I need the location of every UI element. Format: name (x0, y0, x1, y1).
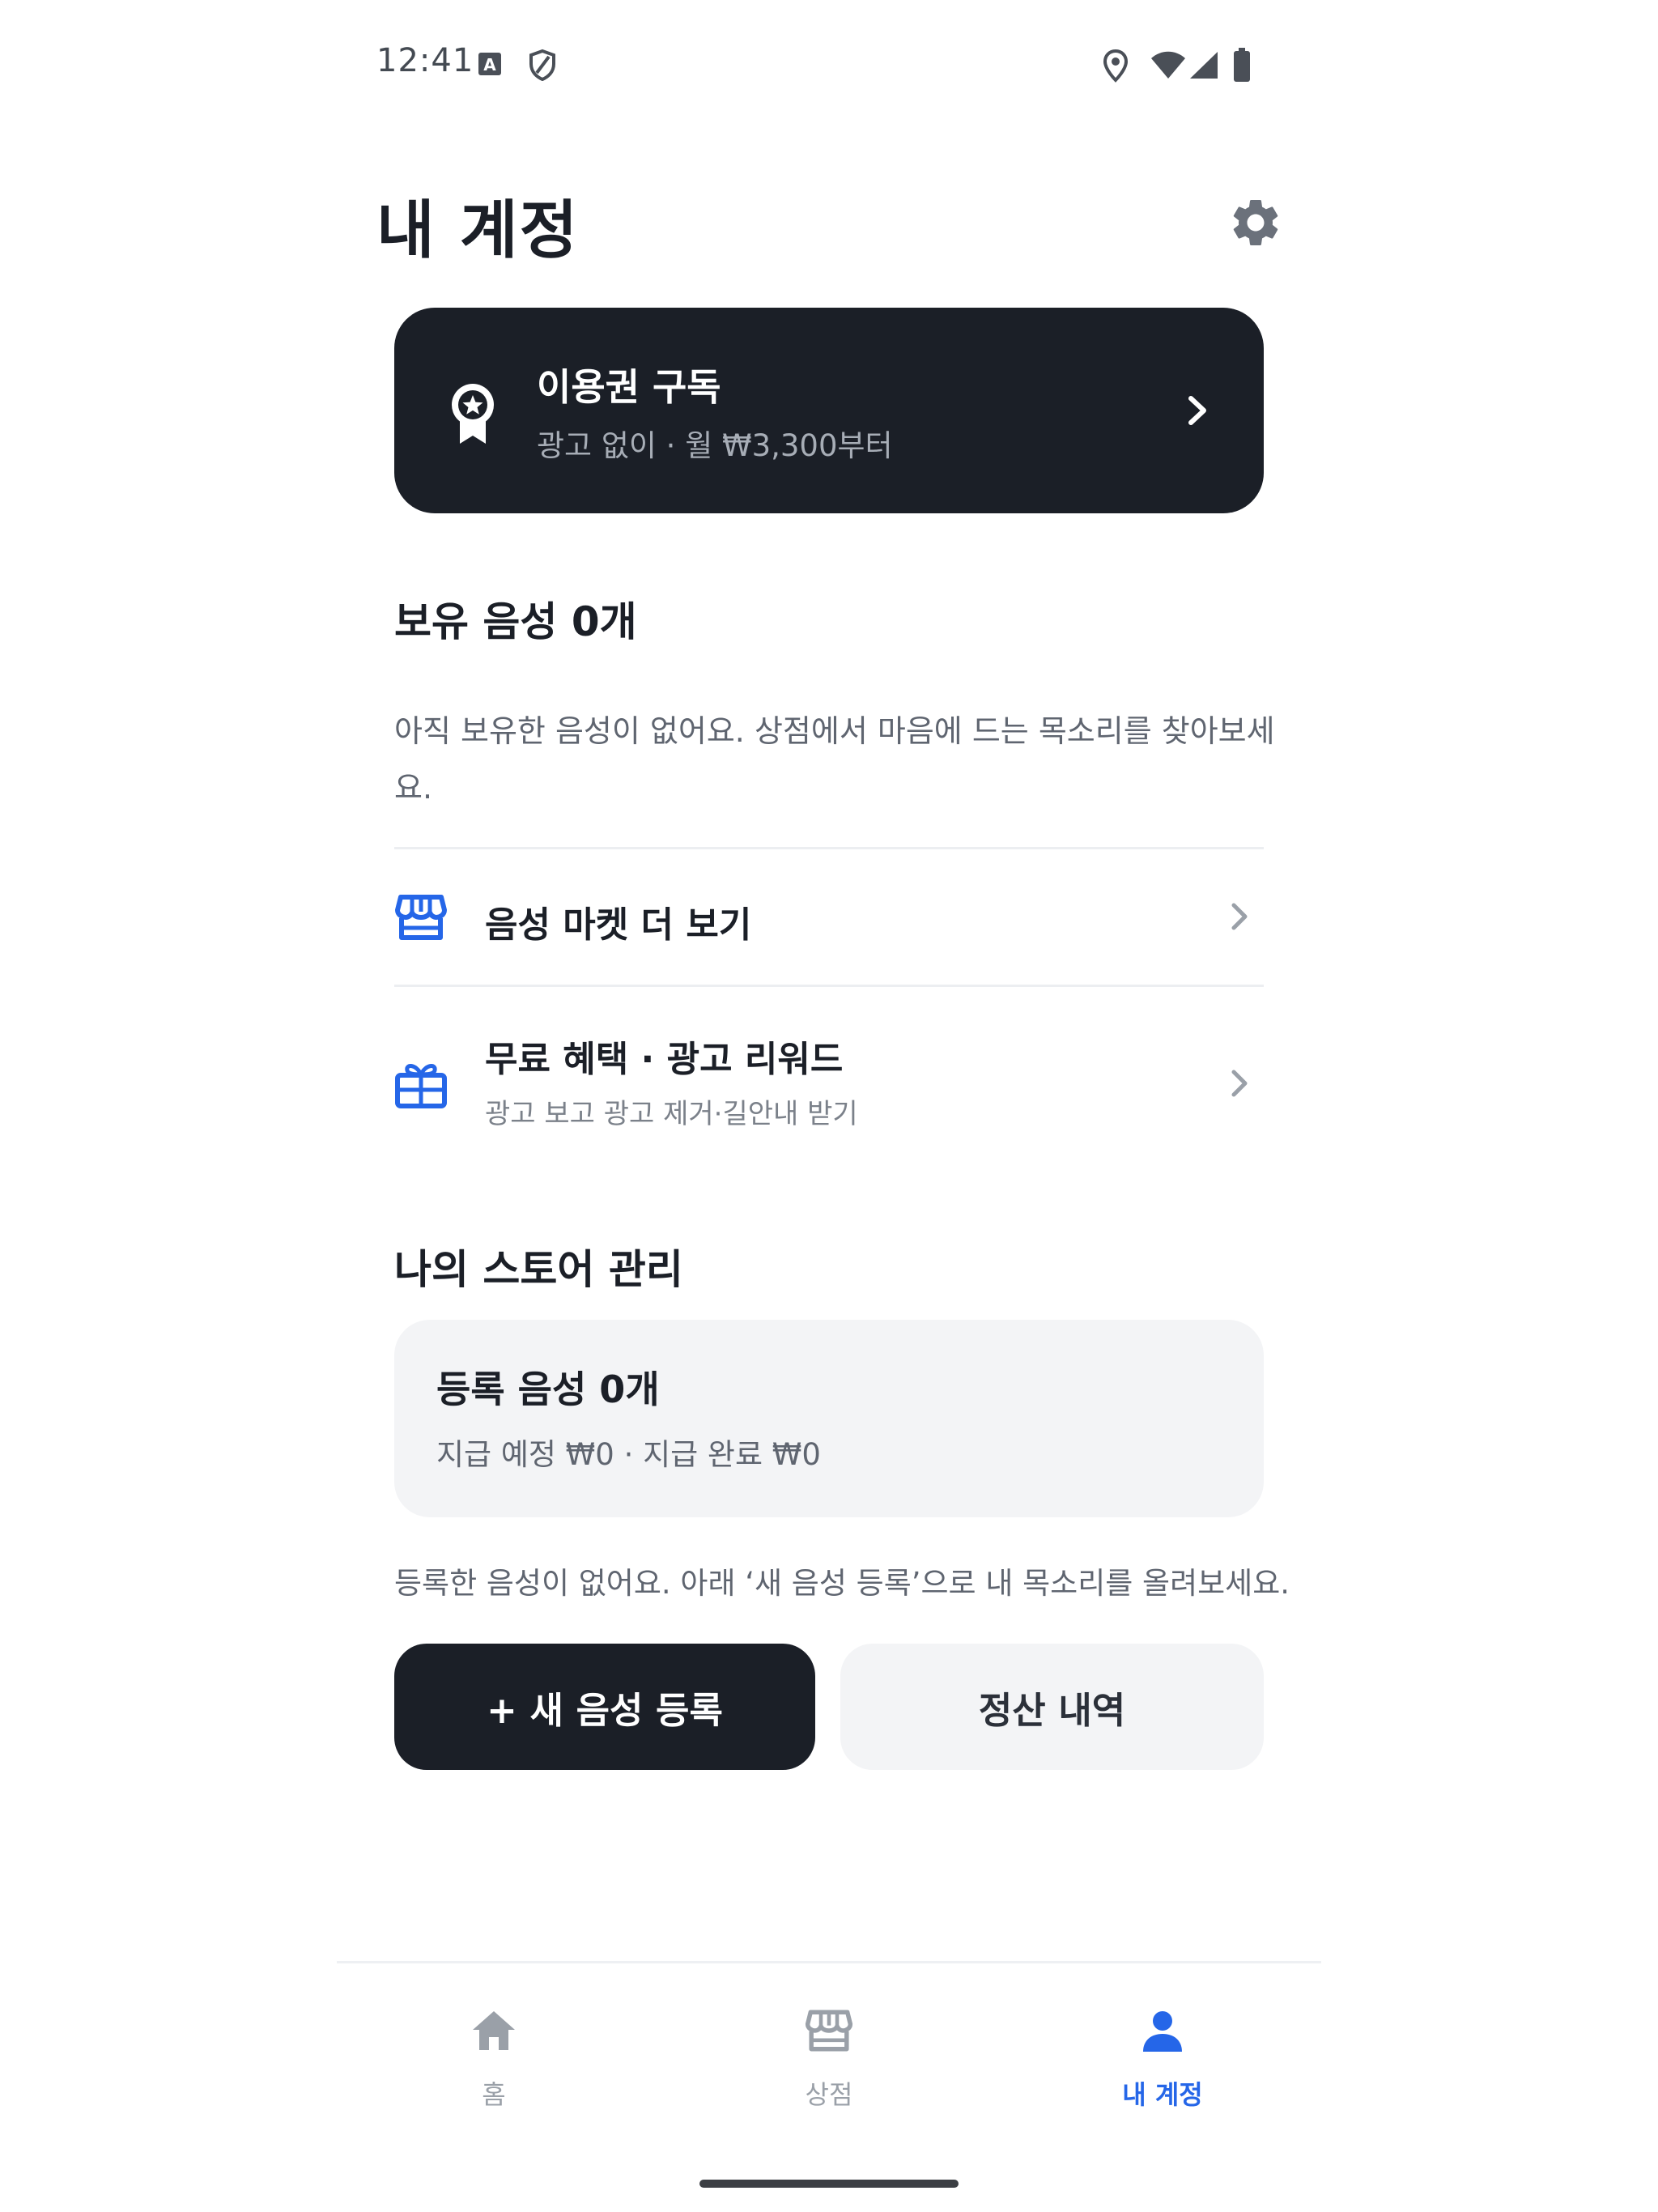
store-management-title: 나의 스토어 관리 (394, 1246, 683, 1293)
menu-item-free-rewards[interactable]: 무료 혜택 · 광고 리워드 광고 보고 광고 제거·길안내 받기 (394, 988, 1264, 1150)
menu-item-label: 무료 혜택 · 광고 리워드 (485, 1039, 844, 1080)
store-icon (395, 895, 447, 940)
register-voice-button[interactable]: + 새 음성 등록 (394, 1644, 815, 1770)
subscription-card[interactable]: 이용권 구독 광고 없이 · 월 ₩3,300부터 (394, 308, 1264, 513)
subscription-description: 광고 없이 · 월 ₩3,300부터 (537, 428, 893, 463)
divider (394, 985, 1264, 987)
store-icon (805, 2010, 853, 2052)
home-indicator[interactable] (699, 2180, 959, 2188)
status-time: 12:41 (376, 42, 474, 79)
chevron-right-icon (1188, 396, 1206, 425)
nav-label: 홈 (482, 2079, 506, 2110)
store-summary-card: 등록 음성 0개 지급 예정 ₩0 · 지급 완료 ₩0 (394, 1320, 1264, 1517)
registered-voices-count: 등록 음성 0개 (436, 1368, 660, 1411)
nav-label: 상점 (805, 2079, 853, 2110)
svg-text:A: A (483, 55, 496, 74)
nav-label: 내 계정 (1122, 2079, 1203, 2110)
award-badge-icon (452, 384, 494, 444)
payout-summary: 지급 예정 ₩0 · 지급 완료 ₩0 (436, 1437, 821, 1472)
signal-icon (1190, 52, 1218, 79)
nav-item-store[interactable]: 상점 (724, 2000, 934, 2121)
font-icon: A (478, 53, 501, 75)
menu-item-label: 음성 마켓 더 보기 (485, 904, 752, 946)
settlement-history-button[interactable]: 정산 내역 (840, 1644, 1264, 1770)
wifi-icon (1151, 51, 1185, 79)
page-title: 내 계정 (376, 194, 580, 267)
nav-item-account[interactable]: 내 계정 (1057, 2000, 1268, 2121)
person-icon (1143, 2011, 1182, 2052)
shield-icon (529, 49, 555, 81)
battery-icon (1234, 48, 1250, 82)
nav-item-home[interactable]: 홈 (389, 2000, 599, 2121)
menu-item-voice-market[interactable]: 음성 마켓 더 보기 (394, 850, 1264, 985)
home-icon (473, 2011, 515, 2050)
subscription-title: 이용권 구독 (537, 365, 721, 409)
location-icon (1103, 49, 1129, 83)
bottom-nav-divider (337, 1961, 1321, 1963)
chevron-right-icon (1231, 903, 1248, 930)
gift-icon (395, 1064, 447, 1108)
chevron-right-icon (1231, 1070, 1248, 1097)
gear-icon[interactable] (1227, 194, 1284, 251)
owned-voices-empty-message: 아직 보유한 음성이 없어요. 상점에서 마음에 드는 목소리를 찾아보세요. (394, 713, 1275, 806)
owned-voices-title: 보유 음성 0개 (394, 598, 637, 645)
menu-item-subtitle: 광고 보고 광고 제거·길안내 받기 (485, 1098, 858, 1130)
account-screen: 12:41 A 내 계정 이용권 구독 광고 없이 · 월 ₩3,300부터 보… (0, 0, 1658, 2212)
divider (394, 847, 1264, 849)
status-bar: 12:41 A (0, 0, 1658, 130)
store-empty-note: 등록한 음성이 없어요. 아래 ‘새 음성 등록’으로 내 목소리를 올려보세요… (394, 1566, 1290, 1601)
